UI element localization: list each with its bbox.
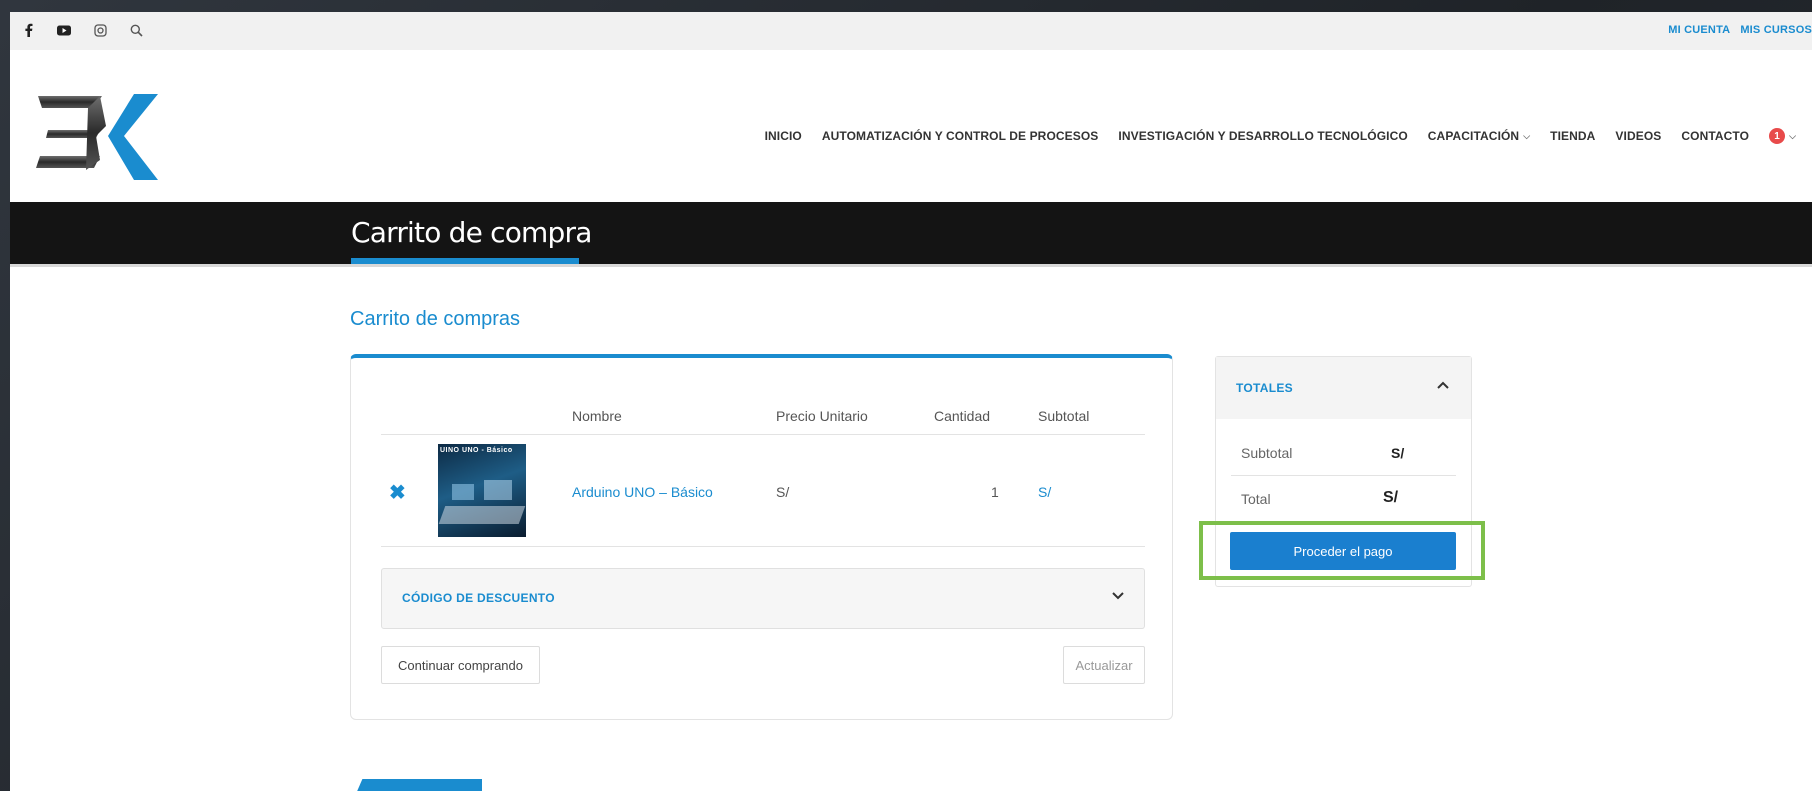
top-bar: MI CUENTA MIS CURSOS: [10, 12, 1812, 50]
nav-investigacion[interactable]: INVESTIGACIÓN Y DESARROLLO TECNOLÓGICO: [1118, 129, 1407, 143]
nav-automatizacion[interactable]: AUTOMATIZACIÓN Y CONTROL DE PROCESOS: [822, 129, 1099, 143]
totals-divider: [1231, 475, 1456, 476]
cart-table-card: Nombre Precio Unitario Cantidad Subtotal…: [350, 354, 1173, 720]
nav-capacitacion-label: CAPACITACIÓN: [1427, 129, 1520, 143]
nav-capacitacion[interactable]: CAPACITACIÓN ⌵: [1428, 129, 1530, 143]
cart-menu[interactable]: 1 ⌵: [1769, 128, 1796, 144]
cart-heading: Carrito de compras: [350, 308, 521, 330]
remove-item-icon[interactable]: ✖: [389, 480, 406, 505]
thumbnail-caption: UINO UNO - Básico: [440, 447, 513, 454]
chevron-down-icon: ⌵: [1523, 130, 1531, 141]
totals-header[interactable]: TOTALES: [1216, 357, 1471, 419]
update-cart-button[interactable]: Actualizar: [1063, 646, 1145, 684]
chevron-up-icon: [1437, 377, 1449, 392]
discount-code-label: CÓDIGO DE DESCUENTO: [402, 591, 555, 605]
page-title-band: Carrito de compra: [10, 202, 1812, 264]
subtotal-value: S/: [1391, 445, 1405, 461]
title-band-border: [10, 264, 1812, 267]
col-header-quantity: Cantidad: [934, 408, 991, 424]
web-page: MI CUENTA MIS CURSOS INICIO AUTOMATIZACI: [10, 12, 1812, 791]
facebook-icon[interactable]: [20, 22, 36, 38]
proceed-to-checkout-button[interactable]: Proceder el pago: [1230, 532, 1456, 570]
product-name-link[interactable]: Arduino UNO – Básico: [572, 484, 713, 500]
nav-contacto[interactable]: CONTACTO: [1681, 129, 1749, 143]
chevron-down-icon: [1112, 589, 1124, 603]
social-links: [20, 22, 144, 38]
account-links: MI CUENTA MIS CURSOS: [1668, 24, 1812, 36]
unit-price: S/: [776, 484, 790, 500]
col-header-unit-price: Precio Unitario: [776, 408, 868, 424]
continue-shopping-button[interactable]: Continuar comprando: [381, 646, 540, 684]
my-courses-link[interactable]: MIS CURSOS: [1740, 24, 1812, 36]
site-logo[interactable]: [32, 90, 162, 185]
total-label: Total: [1241, 491, 1271, 507]
nav-inicio[interactable]: INICIO: [765, 129, 802, 143]
chevron-down-icon: ⌵: [1789, 130, 1796, 141]
nav-tienda[interactable]: TIENDA: [1550, 129, 1595, 143]
page-title: Carrito de compra: [351, 216, 592, 249]
total-value: S/: [1383, 489, 1399, 506]
item-subtotal: S/: [1038, 484, 1052, 500]
instagram-icon[interactable]: [92, 22, 108, 38]
quantity-value[interactable]: 1: [991, 484, 999, 500]
search-icon[interactable]: [128, 22, 144, 38]
footer-accent-tab: [352, 779, 482, 791]
nav-videos[interactable]: VIDEOS: [1615, 129, 1661, 143]
header-divider: [381, 434, 1145, 435]
cart-count-badge: 1: [1769, 128, 1786, 144]
totals-title: TOTALES: [1236, 381, 1293, 395]
discount-code-accordion[interactable]: CÓDIGO DE DESCUENTO: [381, 568, 1145, 629]
main-nav: INICIO AUTOMATIZACIÓN Y CONTROL DE PROCE…: [765, 128, 1796, 144]
row-divider: [381, 546, 1145, 547]
subtotal-label: Subtotal: [1241, 445, 1293, 461]
product-thumbnail[interactable]: UINO UNO - Básico: [438, 444, 526, 537]
youtube-icon[interactable]: [56, 22, 72, 38]
site-header: INICIO AUTOMATIZACIÓN Y CONTROL DE PROCE…: [10, 50, 1812, 200]
my-account-link[interactable]: MI CUENTA: [1668, 24, 1730, 36]
col-header-subtotal: Subtotal: [1038, 408, 1090, 424]
col-header-name: Nombre: [572, 408, 622, 424]
